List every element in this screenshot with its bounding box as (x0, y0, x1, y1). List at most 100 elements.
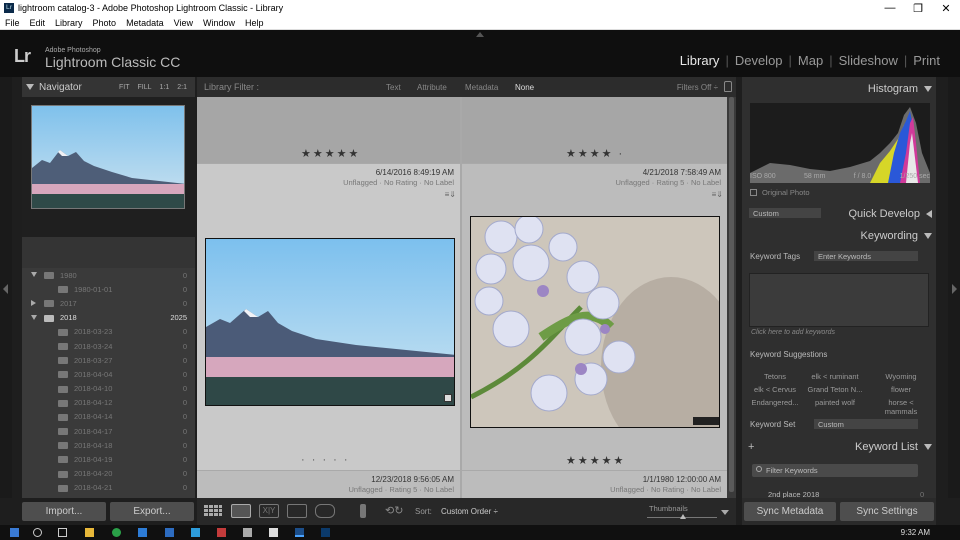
expand-triangle-icon[interactable] (924, 444, 932, 450)
folder-row[interactable]: 2018-04-17 0 (22, 424, 195, 438)
expand-triangle-icon[interactable] (924, 233, 932, 239)
module-map[interactable]: Map (792, 53, 823, 68)
grid-cell-partial[interactable]: ★★★★ · (462, 97, 727, 163)
folder-row[interactable]: 2018-04-18 0 (22, 438, 195, 452)
metadata-badge-icon[interactable]: ≡⇓ (445, 190, 456, 199)
filter-text[interactable]: Text (386, 83, 401, 92)
expanded-triangle-icon[interactable] (31, 314, 37, 320)
taskbar-clock[interactable]: 9:32 AM (901, 528, 930, 537)
suggestion-keyword[interactable]: horse < mammals (872, 398, 930, 416)
export-button[interactable]: Export... (110, 502, 194, 521)
folder-row[interactable]: 2018-03-24 0 (22, 339, 195, 353)
compare-view-icon[interactable]: X|Y (259, 504, 279, 518)
suggestion-keyword[interactable]: Tetons (746, 372, 804, 381)
badges-icon[interactable] (693, 417, 719, 425)
menu-photo[interactable]: Photo (88, 18, 122, 28)
zoom-1-1[interactable]: 1:1 (156, 84, 174, 91)
collapsed-triangle-icon[interactable] (31, 300, 36, 307)
windows-start-icon[interactable] (10, 528, 19, 537)
menu-metadata[interactable]: Metadata (121, 18, 169, 28)
grid-view-icon[interactable] (203, 504, 223, 518)
menu-library[interactable]: Library (50, 18, 88, 28)
grid-cell-partial[interactable]: 1/1/1980 12:00:00 AM Unflagged · No Rati… (462, 471, 727, 498)
original-photo-checkbox[interactable] (750, 189, 757, 196)
suggestion-keyword[interactable]: elk < ruminant (806, 372, 864, 381)
folder-row[interactable]: 2018-04-21 0 (22, 481, 195, 495)
folder-row[interactable]: 2018-03-27 0 (22, 353, 195, 367)
filter-metadata[interactable]: Metadata (465, 83, 498, 92)
file-explorer-icon[interactable] (85, 528, 94, 537)
folder-row[interactable]: 2018-04-10 0 (22, 382, 195, 396)
package-icon[interactable] (269, 528, 278, 537)
word-icon[interactable] (165, 528, 174, 537)
metadata-badge-icon[interactable]: ≡⇓ (712, 190, 723, 199)
task-view-icon[interactable] (58, 528, 67, 537)
sync-metadata-button[interactable]: Sync Metadata (744, 502, 836, 521)
folder-row[interactable]: 2018-03-23 0 (22, 325, 195, 339)
sync-settings-button[interactable]: Sync Settings (840, 502, 934, 521)
grid-scrollbar[interactable] (727, 97, 736, 498)
folder-row[interactable]: 2017 0 (22, 296, 195, 310)
menu-file[interactable]: File (0, 18, 25, 28)
filters-off-dropdown[interactable]: Filters Off ÷ (677, 83, 718, 92)
photoshop-taskbar-icon[interactable] (321, 528, 330, 537)
keyword-list-header[interactable]: + Keyword List (742, 437, 936, 457)
navigator-thumbnail[interactable] (31, 105, 185, 209)
lock-icon[interactable] (724, 81, 732, 92)
edit-badge-icon[interactable] (444, 394, 452, 402)
navigator-header[interactable]: Navigator FIT FILL 1:1 2:1 (22, 77, 195, 97)
expand-triangle-icon[interactable] (924, 86, 932, 92)
filter-attribute[interactable]: Attribute (417, 83, 447, 92)
expanded-triangle-icon[interactable] (31, 272, 37, 277)
folder-row[interactable]: 2018-04-20 0 (22, 467, 195, 481)
module-develop[interactable]: Develop (729, 53, 783, 68)
scrollbar-thumb[interactable] (729, 97, 734, 492)
suggestion-keyword[interactable]: elk < Cervus (746, 385, 804, 394)
photo-thumbnail-mountain[interactable] (205, 238, 455, 406)
star-rating[interactable]: ★★★★ · (566, 147, 624, 160)
collapse-top-panel-icon[interactable] (476, 32, 484, 37)
folder-row[interactable]: 2018 2025 (22, 311, 195, 325)
toolbar-menu-icon[interactable] (721, 510, 729, 515)
star-rating[interactable]: ★★★★★ (566, 454, 625, 467)
quick-develop-header[interactable]: Quick Develop (742, 204, 936, 224)
lightroom-taskbar-icon[interactable] (295, 528, 304, 537)
minimize-icon[interactable]: — (876, 0, 904, 16)
survey-view-icon[interactable] (287, 504, 307, 518)
chrome-icon[interactable] (112, 528, 121, 537)
close-icon[interactable]: ✕ (932, 0, 960, 16)
menu-help[interactable]: Help (240, 18, 269, 28)
folder-row[interactable]: 2018-04-12 0 (22, 396, 195, 410)
collapse-left-icon[interactable] (3, 284, 8, 294)
suggestion-keyword[interactable]: Grand Teton N... (806, 385, 864, 394)
filter-none[interactable]: None (515, 83, 534, 92)
calculator-icon[interactable] (243, 528, 252, 537)
suggestion-keyword[interactable]: flower (872, 385, 930, 394)
keyword-tags-dropdown[interactable]: Enter Keywords (814, 251, 918, 261)
collapsed-triangle-icon[interactable] (926, 210, 932, 218)
import-button[interactable]: Import... (22, 502, 106, 521)
folder-row[interactable]: 2018-04-14 0 (22, 410, 195, 424)
suggestion-keyword[interactable]: Wyoming (872, 372, 930, 381)
folder-row[interactable]: 1980-01-01 0 (22, 282, 195, 296)
module-print[interactable]: Print (907, 53, 940, 68)
search-icon[interactable] (33, 528, 42, 537)
module-library[interactable]: Library (674, 53, 720, 68)
rotate-icon[interactable]: ⟲↻ (385, 504, 403, 517)
filter-keywords-input[interactable]: Filter Keywords (752, 464, 918, 477)
module-slideshow[interactable]: Slideshow (833, 53, 898, 68)
grid-cell-partial[interactable]: 12/23/2018 9:56:05 AM Unflagged · Rating… (197, 471, 460, 498)
grid-cell-selected[interactable]: 6/14/2016 8:49:19 AM Unflagged · No Rati… (197, 164, 460, 470)
folder-row[interactable]: 1980 0 (22, 268, 195, 282)
photo-thumbnail-flower[interactable] (470, 216, 720, 428)
slider-handle[interactable] (680, 514, 686, 519)
expand-triangle-icon[interactable] (26, 84, 34, 90)
zoom-fill[interactable]: FILL (134, 84, 156, 91)
suggestion-keyword[interactable]: painted wolf (806, 398, 864, 407)
star-rating[interactable]: · · · · · (301, 454, 350, 466)
maximize-icon[interactable]: ❐ (904, 0, 932, 16)
folder-row[interactable]: 2018-04-19 0 (22, 452, 195, 466)
loupe-view-icon[interactable] (231, 504, 251, 518)
left-panel-edge[interactable] (0, 77, 12, 498)
edge-icon[interactable] (138, 528, 147, 537)
